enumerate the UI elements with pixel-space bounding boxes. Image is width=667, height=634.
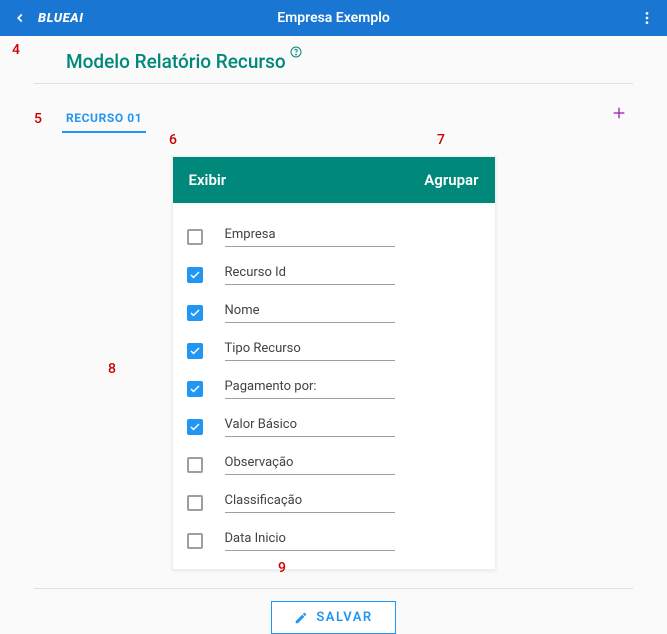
title-divider bbox=[34, 83, 633, 84]
field-checkbox[interactable] bbox=[187, 229, 203, 245]
field-row: Valor Básico bbox=[187, 417, 481, 437]
field-checkbox[interactable] bbox=[187, 305, 203, 321]
check-icon bbox=[189, 307, 201, 319]
chevron-left-icon bbox=[13, 11, 27, 25]
annotation-6: 6 bbox=[169, 132, 177, 148]
field-row: Data Inicio bbox=[187, 531, 481, 551]
save-row: SALVAR bbox=[34, 601, 633, 634]
add-tab-button[interactable] bbox=[605, 102, 633, 128]
pencil-icon bbox=[294, 611, 308, 625]
page-title-text: Modelo Relatório Recurso bbox=[66, 50, 286, 73]
field-checkbox[interactable] bbox=[187, 495, 203, 511]
help-icon[interactable] bbox=[290, 46, 302, 61]
plus-icon bbox=[611, 105, 627, 121]
tabs-row: 5 RECURSO 01 6 7 bbox=[34, 102, 633, 136]
annotation-4: 4 bbox=[12, 42, 20, 58]
field-label: Pagamento por: bbox=[225, 379, 395, 399]
field-checkbox[interactable] bbox=[187, 457, 203, 473]
field-row: Recurso Id bbox=[187, 265, 481, 285]
field-row: Empresa bbox=[187, 227, 481, 247]
field-row: Nome bbox=[187, 303, 481, 323]
field-row: Tipo Recurso bbox=[187, 341, 481, 361]
annotation-8: 8 bbox=[108, 361, 116, 377]
field-label: Classificação bbox=[225, 493, 395, 513]
page-title: Modelo Relatório Recurso bbox=[66, 50, 286, 73]
card-header-exibir[interactable]: Exibir bbox=[189, 171, 227, 189]
field-row: Observação bbox=[187, 455, 481, 475]
save-button[interactable]: SALVAR bbox=[271, 601, 395, 634]
field-row: Classificação bbox=[187, 493, 481, 513]
field-label: Valor Básico bbox=[225, 417, 395, 437]
check-icon bbox=[189, 269, 201, 281]
field-label: Tipo Recurso bbox=[225, 341, 395, 361]
bottom-divider bbox=[34, 588, 633, 589]
annotation-7: 7 bbox=[437, 132, 445, 148]
tab-recurso-01[interactable]: RECURSO 01 bbox=[62, 105, 146, 133]
field-checkbox[interactable] bbox=[187, 381, 203, 397]
app-logo: BLUEAI bbox=[38, 11, 83, 26]
check-icon bbox=[189, 421, 201, 433]
field-label: Recurso Id bbox=[225, 265, 395, 285]
header-title: Empresa Exemplo bbox=[277, 10, 390, 26]
field-checkbox[interactable] bbox=[187, 419, 203, 435]
overflow-menu-button[interactable] bbox=[635, 6, 659, 30]
fields-card: Exibir Agrupar Empresa Recurso Id Nome Tipo… bbox=[172, 156, 496, 570]
field-checkbox[interactable] bbox=[187, 343, 203, 359]
card-body: Empresa Recurso Id Nome Tipo Recurso Pagamen… bbox=[173, 203, 495, 569]
field-label: Empresa bbox=[225, 227, 395, 247]
card-header: Exibir Agrupar bbox=[173, 157, 495, 203]
field-checkbox[interactable] bbox=[187, 533, 203, 549]
field-label: Observação bbox=[225, 455, 395, 475]
field-row: Pagamento por: bbox=[187, 379, 481, 399]
save-button-label: SALVAR bbox=[316, 610, 372, 625]
check-icon bbox=[189, 383, 201, 395]
app-header: BLUEAI Empresa Exemplo bbox=[0, 0, 667, 36]
check-icon bbox=[189, 345, 201, 357]
field-label: Nome bbox=[225, 303, 395, 323]
back-button[interactable] bbox=[8, 6, 32, 30]
more-vert-icon bbox=[639, 10, 655, 26]
field-checkbox[interactable] bbox=[187, 267, 203, 283]
card-header-agrupar[interactable]: Agrupar bbox=[424, 171, 478, 189]
field-label: Data Inicio bbox=[225, 531, 395, 551]
annotation-5: 5 bbox=[34, 111, 42, 127]
